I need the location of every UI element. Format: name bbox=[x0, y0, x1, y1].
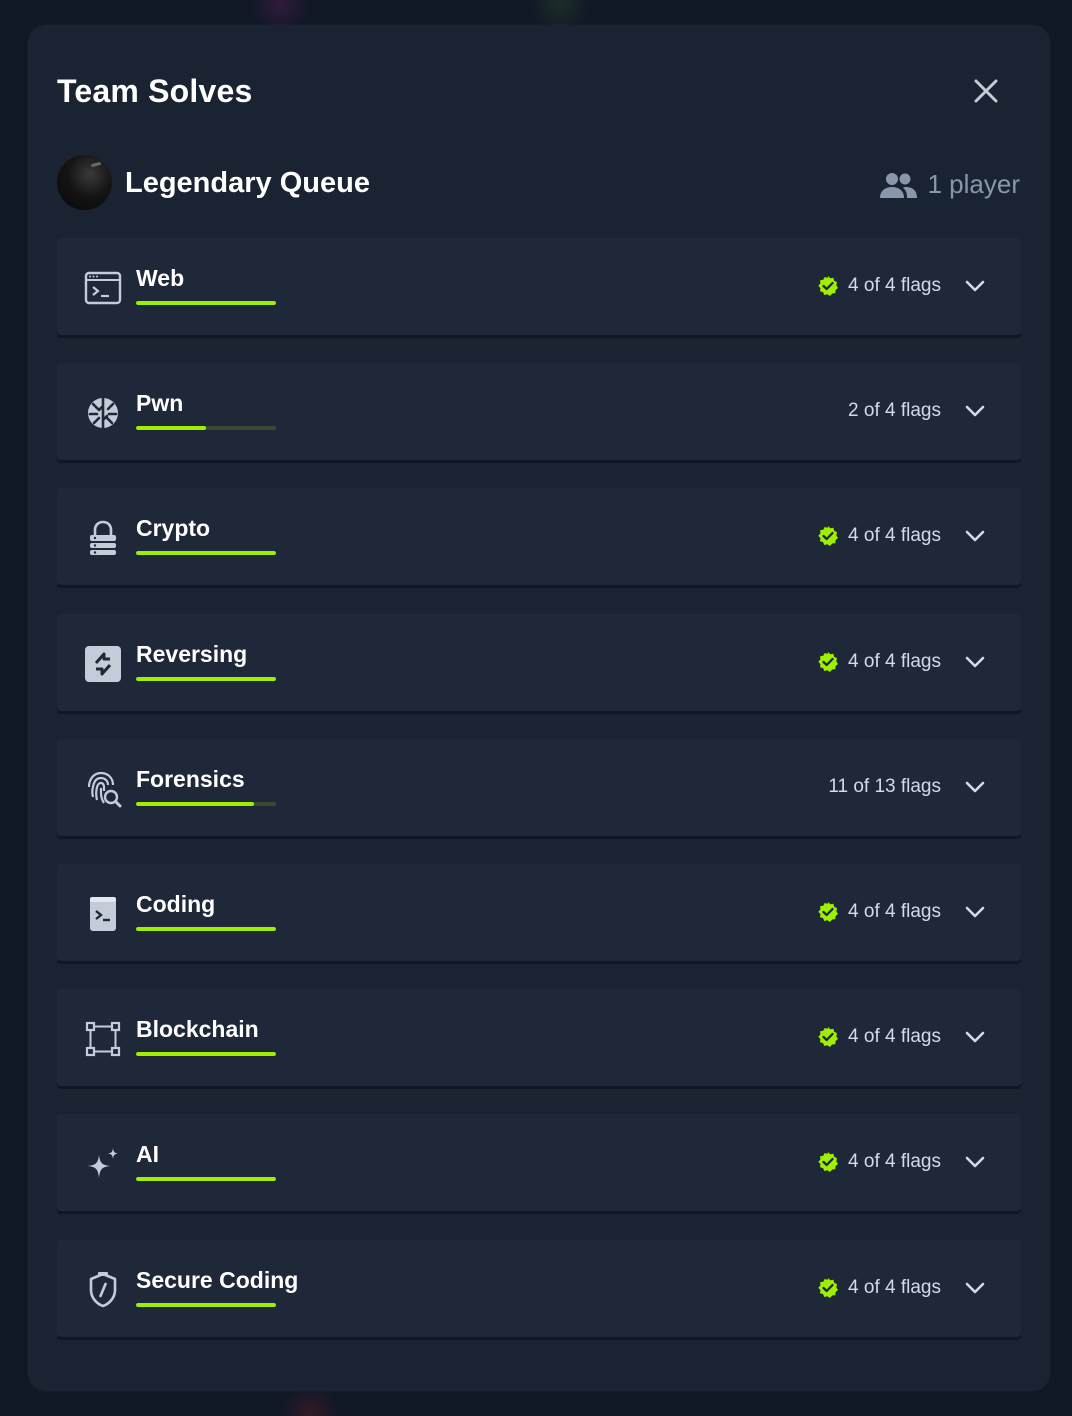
progress-bar-fill bbox=[136, 1302, 276, 1307]
progress-bar bbox=[136, 301, 276, 305]
chevron-down-icon[interactable] bbox=[965, 777, 985, 797]
progress-bar-fill bbox=[136, 301, 276, 305]
flags-count-label: 4 of 4 flags bbox=[848, 525, 941, 547]
flags-count-label: 4 of 4 flags bbox=[848, 1276, 941, 1298]
chevron-down-icon[interactable] bbox=[965, 276, 985, 296]
flags-count-label: 11 of 13 flags bbox=[828, 775, 941, 797]
check-badge-icon bbox=[817, 1151, 839, 1173]
progress-bar-fill bbox=[136, 927, 276, 931]
chevron-down-icon[interactable] bbox=[965, 526, 985, 546]
team-name: Legendary Queue bbox=[125, 167, 370, 199]
progress-bar-fill bbox=[136, 801, 255, 806]
close-icon bbox=[974, 79, 998, 103]
check-badge-icon bbox=[817, 525, 839, 547]
category-row-forensics[interactable]: Forensics 11 of 13 flags bbox=[57, 738, 1021, 836]
progress-bar-fill bbox=[136, 676, 276, 681]
progress-bar-fill bbox=[136, 551, 276, 556]
close-button[interactable] bbox=[966, 71, 1006, 111]
progress-bar bbox=[136, 426, 276, 431]
flags-count-label: 4 of 4 flags bbox=[848, 275, 941, 296]
flags-count-label: 2 of 4 flags bbox=[848, 400, 941, 422]
chevron-down-icon[interactable] bbox=[965, 652, 985, 672]
category-row-ai[interactable]: AI 4 of 4 flags bbox=[57, 1114, 1021, 1212]
flags-count: 4 of 4 flags bbox=[817, 525, 941, 547]
category-row-blockchain[interactable]: Blockchain 4 of 4 flags bbox=[57, 989, 1021, 1087]
progress-bar bbox=[136, 801, 276, 806]
player-count: 1 player bbox=[878, 169, 1021, 200]
check-badge-icon bbox=[817, 1026, 839, 1048]
flags-count: 4 of 4 flags bbox=[817, 1151, 941, 1173]
progress-bar-fill bbox=[136, 1052, 276, 1057]
code-file-icon bbox=[83, 894, 123, 934]
modal-title: Team Solves bbox=[57, 73, 253, 109]
category-row-crypto[interactable]: Crypto 4 of 4 flags bbox=[57, 488, 1021, 586]
chevron-down-icon[interactable] bbox=[965, 1152, 985, 1172]
terminal-window-icon bbox=[83, 268, 123, 308]
flags-count: 4 of 4 flags bbox=[817, 275, 941, 297]
progress-bar-fill bbox=[136, 1177, 276, 1182]
category-name: Reversing bbox=[136, 640, 248, 667]
category-name: Secure Coding bbox=[136, 1266, 299, 1293]
flags-count: 4 of 4 flags bbox=[817, 651, 941, 673]
chevron-down-icon[interactable] bbox=[965, 902, 985, 922]
chevron-down-icon[interactable] bbox=[965, 401, 985, 421]
category-row-pwn[interactable]: Pwn 2 of 4 flags bbox=[57, 363, 1021, 461]
progress-bar bbox=[136, 676, 276, 681]
progress-bar bbox=[136, 551, 276, 556]
flags-count: 2 of 4 flags bbox=[848, 400, 941, 422]
progress-bar bbox=[136, 1302, 276, 1307]
flags-count: 4 of 4 flags bbox=[817, 1277, 941, 1299]
category-name: Blockchain bbox=[136, 1016, 259, 1043]
category-row-web[interactable]: Web 4 of 4 flags bbox=[57, 238, 1021, 335]
progress-bar bbox=[136, 1052, 276, 1057]
team-solves-modal: Team Solves Legendary Queue 1 player Web… bbox=[28, 25, 1050, 1391]
flags-count-label: 4 of 4 flags bbox=[848, 1151, 941, 1173]
lock-icon bbox=[83, 518, 123, 558]
category-name: AI bbox=[136, 1141, 159, 1168]
reverse-arrows-icon bbox=[83, 644, 123, 684]
users-icon bbox=[879, 172, 917, 198]
chevron-down-icon[interactable] bbox=[965, 1027, 985, 1047]
brain-icon bbox=[83, 393, 123, 433]
category-name: Forensics bbox=[136, 765, 245, 792]
category-name: Web bbox=[136, 265, 185, 291]
team-header: Legendary Queue 1 player bbox=[57, 155, 1020, 211]
progress-bar bbox=[136, 927, 276, 931]
player-count-label: 1 player bbox=[927, 169, 1021, 199]
category-name: Pwn bbox=[136, 390, 184, 417]
chevron-down-icon[interactable] bbox=[965, 1278, 985, 1298]
check-badge-icon bbox=[817, 275, 839, 297]
category-row-reversing[interactable]: Reversing 4 of 4 flags bbox=[57, 613, 1021, 711]
blockchain-nodes-icon bbox=[83, 1019, 123, 1059]
flags-count: 4 of 4 flags bbox=[817, 901, 941, 923]
fingerprint-search-icon bbox=[83, 769, 123, 809]
shield-slash-icon bbox=[83, 1270, 123, 1310]
check-badge-icon bbox=[817, 651, 839, 673]
check-badge-icon bbox=[817, 901, 839, 923]
flags-count: 11 of 13 flags bbox=[828, 776, 941, 798]
team-avatar bbox=[57, 155, 112, 210]
progress-bar-fill bbox=[136, 426, 206, 431]
check-badge-icon bbox=[817, 1277, 839, 1299]
category-row-coding[interactable]: Coding 4 of 4 flags bbox=[57, 864, 1021, 961]
flags-count-label: 4 of 4 flags bbox=[848, 1026, 941, 1048]
category-name: Crypto bbox=[136, 515, 211, 542]
flags-count: 4 of 4 flags bbox=[817, 1026, 941, 1048]
category-row-secure-coding[interactable]: Secure Coding 4 of 4 flags bbox=[57, 1239, 1021, 1337]
progress-bar bbox=[136, 1177, 276, 1182]
flags-count-label: 4 of 4 flags bbox=[848, 901, 941, 922]
category-name: Coding bbox=[136, 891, 216, 917]
sparkles-icon bbox=[83, 1144, 123, 1184]
flags-count-label: 4 of 4 flags bbox=[848, 650, 941, 672]
